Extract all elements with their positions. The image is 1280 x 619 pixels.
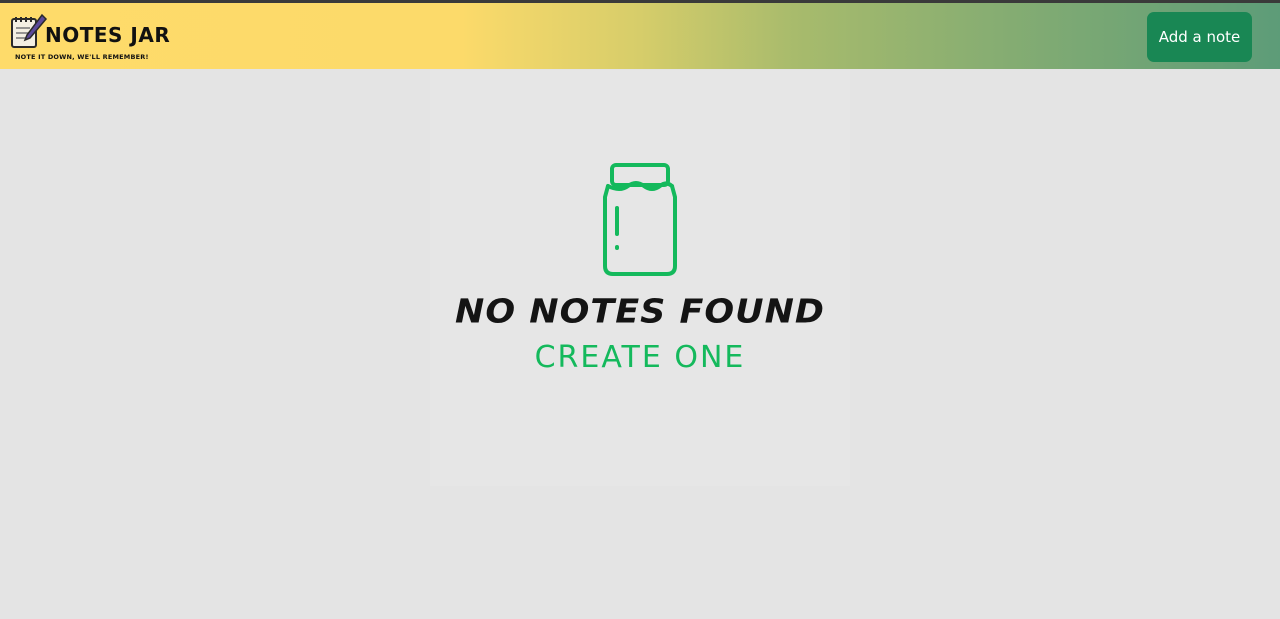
empty-state-title: NO NOTES FOUND — [455, 293, 825, 331]
empty-state-panel: NO NOTES FOUND CREATE ONE — [430, 70, 850, 486]
brand-logo[interactable]: NOTES JAR NOTE IT DOWN, WE'LL REMEMBER! — [8, 11, 171, 63]
add-note-button[interactable]: Add a note — [1147, 12, 1252, 62]
brand-title: NOTES JAR — [45, 23, 171, 47]
brand-tagline: NOTE IT DOWN, WE'LL REMEMBER! — [15, 53, 149, 61]
notepad-pencil-icon — [11, 13, 48, 48]
navbar: NOTES JAR NOTE IT DOWN, WE'LL REMEMBER! … — [0, 3, 1280, 69]
create-one-link[interactable]: CREATE ONE — [430, 340, 850, 375]
jar-icon — [603, 163, 677, 276]
